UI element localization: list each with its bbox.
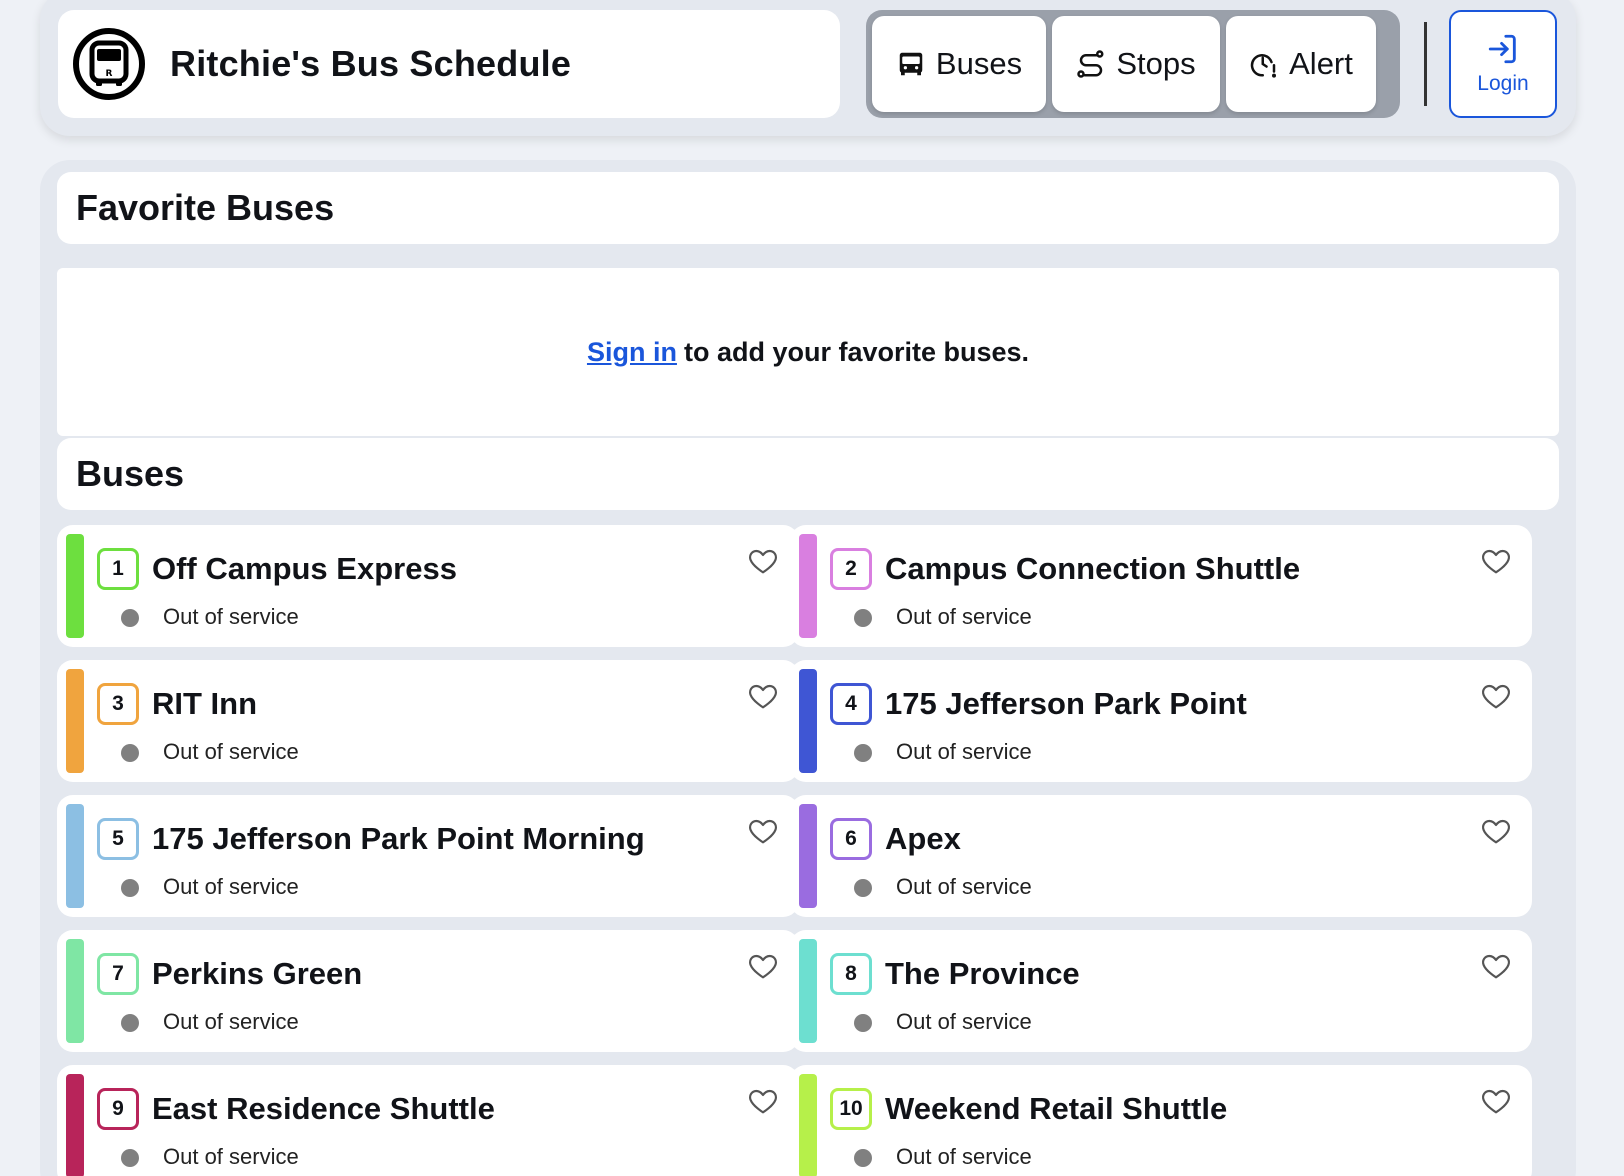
nav-stops-button[interactable]: Stops — [1052, 16, 1220, 112]
route-color-bar — [66, 1074, 84, 1176]
bus-card[interactable]: 9 East Residence Shuttle Out of service — [57, 1065, 799, 1176]
favorites-empty-message: Sign in to add your favorite buses. — [57, 268, 1559, 436]
status-dot-icon — [854, 744, 872, 762]
route-name: East Residence Shuttle — [152, 1091, 495, 1126]
header-divider — [1424, 22, 1427, 106]
login-button[interactable]: Login — [1449, 10, 1557, 118]
favorite-heart-icon[interactable] — [1480, 950, 1512, 982]
bus-card[interactable]: 3 RIT Inn Out of service — [57, 660, 799, 782]
brand[interactable]: R Ritchie's Bus Schedule — [58, 10, 840, 118]
favorite-heart-icon[interactable] — [747, 950, 779, 982]
bus-card[interactable]: 5 175 Jefferson Park Point Morning Out of … — [57, 795, 799, 917]
route-number-badge: 5 — [97, 818, 139, 860]
route-status: Out of service — [163, 1009, 299, 1034]
favorite-heart-icon[interactable] — [1480, 545, 1512, 577]
route-status: Out of service — [163, 874, 299, 899]
route-name: Perkins Green — [152, 956, 363, 991]
status-dot-icon — [121, 1014, 139, 1032]
route-color-bar — [799, 804, 817, 908]
bus-card[interactable]: 4 175 Jefferson Park Point Out of service — [790, 660, 1532, 782]
favorite-heart-icon[interactable] — [747, 1085, 779, 1117]
status-dot-icon — [854, 609, 872, 627]
nav-alert-label: Alert — [1289, 46, 1353, 81]
app-title: Ritchie's Bus Schedule — [170, 43, 572, 84]
favorite-heart-icon[interactable] — [1480, 815, 1512, 847]
favorite-buses-title: Favorite Buses — [57, 172, 1559, 244]
bus-logo-icon: R — [73, 28, 145, 100]
route-name: Weekend Retail Shuttle — [885, 1091, 1228, 1126]
route-name: Campus Connection Shuttle — [885, 551, 1301, 586]
sign-in-link[interactable]: Sign in — [587, 337, 677, 368]
bus-card[interactable]: 7 Perkins Green Out of service — [57, 930, 799, 1052]
svg-text:R: R — [106, 69, 113, 79]
route-status: Out of service — [163, 604, 299, 629]
route-number-badge: 3 — [97, 683, 139, 725]
route-color-bar — [66, 804, 84, 908]
route-name: 175 Jefferson Park Point — [885, 686, 1247, 721]
route-name: Off Campus Express — [152, 551, 457, 586]
main-content: Favorite Buses Sign in to add your favor… — [40, 160, 1576, 1176]
status-dot-icon — [854, 1014, 872, 1032]
status-dot-icon — [121, 609, 139, 627]
route-color-bar — [799, 1074, 817, 1176]
nav-alert-button[interactable]: Alert — [1226, 16, 1376, 112]
bus-card[interactable]: 1 Off Campus Express Out of service — [57, 525, 799, 647]
route-name: RIT Inn — [152, 686, 258, 721]
route-status: Out of service — [896, 874, 1032, 899]
nav-buses-label: Buses — [935, 46, 1023, 81]
favorite-heart-icon[interactable] — [747, 545, 779, 577]
route-number-badge: 4 — [830, 683, 872, 725]
bus-card[interactable]: 8 The Province Out of service — [790, 930, 1532, 1052]
favorite-heart-icon[interactable] — [1480, 1085, 1512, 1117]
route-number-badge: 7 — [97, 953, 139, 995]
route-color-bar — [799, 534, 817, 638]
bus-card[interactable]: 10 Weekend Retail Shuttle Out of service — [790, 1065, 1532, 1176]
bus-card[interactable]: 6 Apex Out of service — [790, 795, 1532, 917]
main-nav: Buses Stops Alert — [866, 10, 1400, 118]
route-name: The Province — [885, 956, 1080, 991]
app-header: R Ritchie's Bus Schedule Buses Stops Ale… — [40, 0, 1576, 136]
route-number-badge: 1 — [97, 548, 139, 590]
bus-card[interactable]: 2 Campus Connection Shuttle Out of service — [790, 525, 1532, 647]
route-status: Out of service — [163, 739, 299, 764]
route-number-badge: 6 — [830, 818, 872, 860]
route-color-bar — [799, 669, 817, 773]
status-dot-icon — [121, 1149, 139, 1167]
favorites-message-text: to add your favorite buses. — [683, 336, 1030, 367]
route-status: Out of service — [896, 1009, 1032, 1034]
favorite-heart-icon[interactable] — [747, 815, 779, 847]
favorite-heart-icon[interactable] — [1480, 680, 1512, 712]
status-dot-icon — [121, 744, 139, 762]
route-number-badge: 10 — [830, 1088, 872, 1130]
route-status: Out of service — [896, 604, 1032, 629]
buses-title: Buses — [57, 438, 1559, 510]
route-name: Apex — [885, 821, 961, 856]
bus-icon — [899, 52, 923, 76]
status-dot-icon — [854, 879, 872, 897]
status-dot-icon — [121, 879, 139, 897]
favorite-heart-icon[interactable] — [747, 680, 779, 712]
route-name: 175 Jefferson Park Point Morning — [152, 821, 645, 856]
route-color-bar — [66, 669, 84, 773]
login-label: Login — [1477, 72, 1529, 95]
route-status: Out of service — [896, 739, 1032, 764]
status-dot-icon — [854, 1149, 872, 1167]
route-color-bar — [66, 534, 84, 638]
nav-stops-label: Stops — [1116, 46, 1196, 81]
nav-buses-button[interactable]: Buses — [872, 16, 1046, 112]
route-color-bar — [66, 939, 84, 1043]
clock-alert-icon — [1250, 54, 1277, 78]
route-color-bar — [799, 939, 817, 1043]
route-number-badge: 9 — [97, 1088, 139, 1130]
route-status: Out of service — [163, 1144, 299, 1169]
route-icon — [1077, 50, 1104, 78]
login-icon — [1488, 34, 1516, 64]
route-number-badge: 2 — [830, 548, 872, 590]
route-status: Out of service — [896, 1144, 1032, 1169]
route-number-badge: 8 — [830, 953, 872, 995]
